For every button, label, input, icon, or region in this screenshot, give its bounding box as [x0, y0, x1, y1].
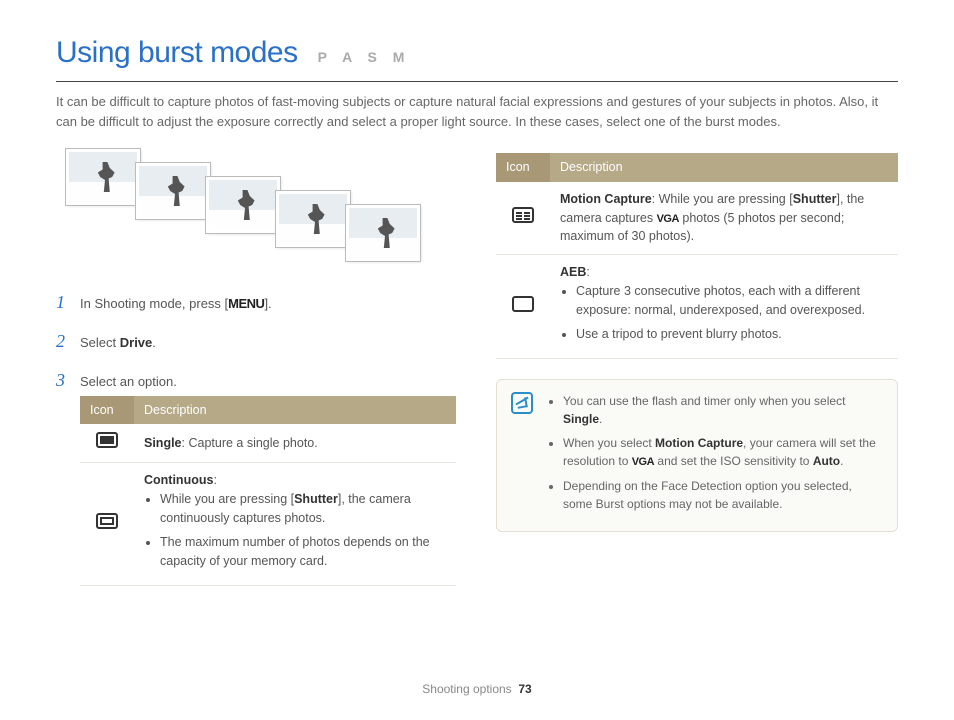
divider	[56, 81, 898, 82]
page-footer: Shooting options 73	[0, 680, 954, 698]
vga-label: VGA	[657, 213, 679, 225]
step-2: 2 Select Drive.	[56, 328, 456, 355]
burst-frame	[346, 205, 420, 261]
aeb-icon	[512, 296, 534, 312]
menu-label: MENU	[228, 296, 264, 311]
burst-illustration	[56, 149, 456, 269]
list-item: Depending on the Face Detection option y…	[563, 477, 883, 513]
content-columns: 1 In Shooting mode, press [MENU]. 2 Sele…	[56, 149, 898, 598]
vga-label: VGA	[632, 456, 654, 468]
motion-capture-icon	[512, 207, 534, 223]
table-row: AEB: Capture 3 consecutive photos, each …	[496, 255, 898, 359]
single-icon	[96, 432, 118, 448]
step-1: 1 In Shooting mode, press [MENU].	[56, 289, 456, 316]
continuous-icon	[96, 513, 118, 529]
table-row: Continuous: While you are pressing [Shut…	[80, 463, 456, 586]
left-column: 1 In Shooting mode, press [MENU]. 2 Sele…	[56, 149, 456, 598]
table-header-desc: Description	[550, 153, 898, 182]
step-number: 2	[56, 328, 70, 355]
step-text: In Shooting mode, press [	[80, 296, 228, 311]
options-table-left: Icon Description Single: Capture a singl…	[80, 396, 456, 586]
list-item: When you select Motion Capture, your cam…	[563, 434, 883, 471]
step-number: 1	[56, 289, 70, 316]
intro-text: It can be difficult to capture photos of…	[56, 92, 898, 131]
step-text: Select	[80, 335, 120, 350]
step-bold: Drive	[120, 335, 153, 350]
table-header-icon: Icon	[80, 396, 134, 425]
page-title: Using burst modes	[56, 30, 298, 75]
step-number: 3	[56, 367, 70, 394]
step-list: 1 In Shooting mode, press [MENU]. 2 Sele…	[56, 289, 456, 586]
row-text: :	[213, 473, 216, 487]
note-list: You can use the flash and timer only whe…	[547, 392, 883, 519]
row-text: : Capture a single photo.	[182, 436, 318, 450]
row-bold: Continuous	[144, 473, 213, 487]
table-row: Single: Capture a single photo.	[80, 424, 456, 462]
right-column: Icon Description Motion Capture: While y…	[496, 149, 898, 598]
table-row: Motion Capture: While you are pressing […	[496, 182, 898, 255]
page-header: Using burst modes P A S M	[56, 30, 898, 75]
burst-frame	[206, 177, 280, 233]
list-item: You can use the flash and timer only whe…	[563, 392, 883, 428]
burst-frame	[66, 149, 140, 205]
burst-frame	[276, 191, 350, 247]
step-text: .	[152, 335, 156, 350]
burst-frame	[136, 163, 210, 219]
list-item: While you are pressing [Shutter], the ca…	[160, 490, 446, 528]
list-item: Capture 3 consecutive photos, each with …	[576, 282, 888, 320]
list-item: The maximum number of photos depends on …	[160, 533, 446, 571]
options-table-right: Icon Description Motion Capture: While y…	[496, 153, 898, 359]
page-number: 73	[518, 682, 531, 696]
step-3: 3 Select an option. Icon Description Sin…	[56, 367, 456, 586]
table-header-icon: Icon	[496, 153, 550, 182]
note-icon	[511, 392, 533, 414]
row-bold: AEB	[560, 265, 586, 279]
footer-section: Shooting options	[422, 682, 511, 696]
row-bold: Single	[144, 436, 182, 450]
step-text: Select an option.	[80, 374, 177, 389]
step-text: ].	[264, 296, 271, 311]
table-header-desc: Description	[134, 396, 456, 425]
row-bold: Motion Capture	[560, 192, 652, 206]
list-item: Use a tripod to prevent blurry photos.	[576, 325, 888, 344]
note-box: You can use the flash and timer only whe…	[496, 379, 898, 532]
mode-indicator: P A S M	[318, 47, 411, 68]
